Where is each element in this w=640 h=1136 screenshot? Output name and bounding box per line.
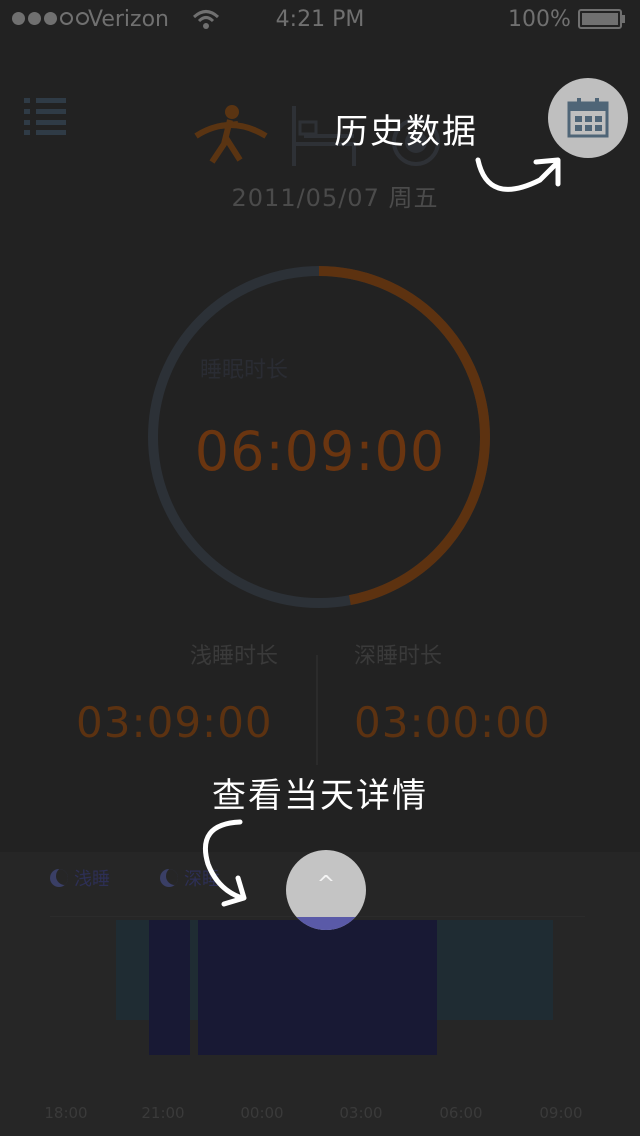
x-tick: 18:00 — [44, 1104, 88, 1122]
details-arrow-icon — [202, 819, 247, 907]
deep-sleep-bar — [148, 920, 190, 1055]
history-arrow-icon — [475, 157, 561, 192]
x-tick: 21:00 — [141, 1104, 185, 1122]
light-sleep-bar — [189, 920, 198, 1020]
light-sleep-bar — [437, 920, 553, 1020]
details-hint: 查看当天详情 — [212, 776, 428, 816]
expand-details-button[interactable]: ^ — [286, 850, 366, 930]
light-sleep-bar — [115, 920, 149, 1020]
x-tick: 06:00 — [439, 1104, 483, 1122]
x-tick: 03:00 — [339, 1104, 383, 1122]
deep-sleep-bar — [198, 920, 438, 1055]
x-tick: 09:00 — [539, 1104, 583, 1122]
chevron-up-icon: ^ — [316, 872, 336, 897]
history-hint: 历史数据 — [334, 112, 478, 152]
x-tick: 00:00 — [240, 1104, 284, 1122]
